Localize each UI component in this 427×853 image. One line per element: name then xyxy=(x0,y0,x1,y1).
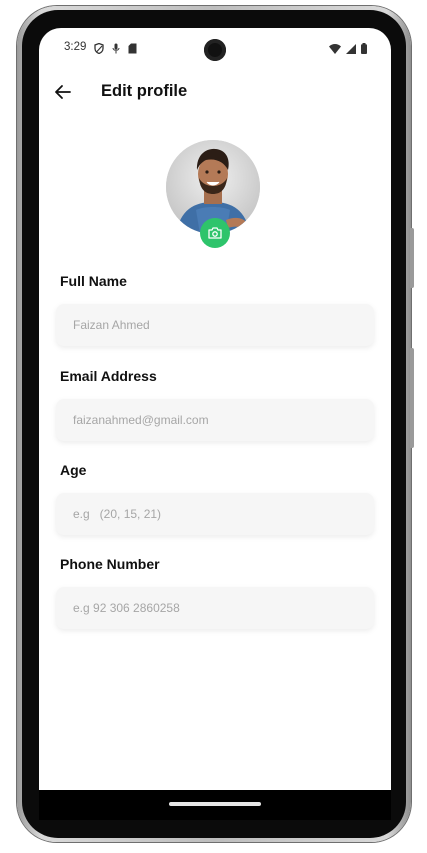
arrow-left-icon xyxy=(55,85,71,99)
screen: 3:29 Edit profile Full Name Faizan Ahmed… xyxy=(39,28,391,820)
change-photo-button[interactable] xyxy=(200,218,230,248)
front-camera xyxy=(204,39,226,61)
age-field-container xyxy=(56,493,374,535)
back-button[interactable] xyxy=(53,82,73,102)
phone-field-container xyxy=(56,587,374,629)
battery-icon xyxy=(361,41,367,59)
email-label: Email Address xyxy=(60,368,157,384)
volume-button xyxy=(410,348,414,448)
wifi-icon xyxy=(329,41,341,59)
power-button xyxy=(410,228,414,288)
full-name-label: Full Name xyxy=(60,273,127,289)
full-name-field-container xyxy=(56,304,374,346)
home-indicator[interactable] xyxy=(169,802,261,806)
sd-card-icon xyxy=(128,41,137,59)
status-icons-right xyxy=(329,41,367,59)
camera-icon xyxy=(208,227,222,239)
email-input[interactable] xyxy=(56,399,374,441)
phone-input[interactable] xyxy=(56,587,374,629)
full-name-input[interactable] xyxy=(56,304,374,346)
status-icons-left xyxy=(94,41,137,59)
page-title: Edit profile xyxy=(101,82,188,100)
email-field-container xyxy=(56,399,374,441)
age-input[interactable] xyxy=(56,493,374,535)
navigation-area xyxy=(39,790,391,820)
status-time: 3:29 xyxy=(64,41,87,53)
signal-icon xyxy=(346,41,356,59)
phone-label: Phone Number xyxy=(60,556,160,572)
age-label: Age xyxy=(60,462,87,478)
mic-icon xyxy=(112,41,120,59)
shield-icon xyxy=(94,41,104,59)
